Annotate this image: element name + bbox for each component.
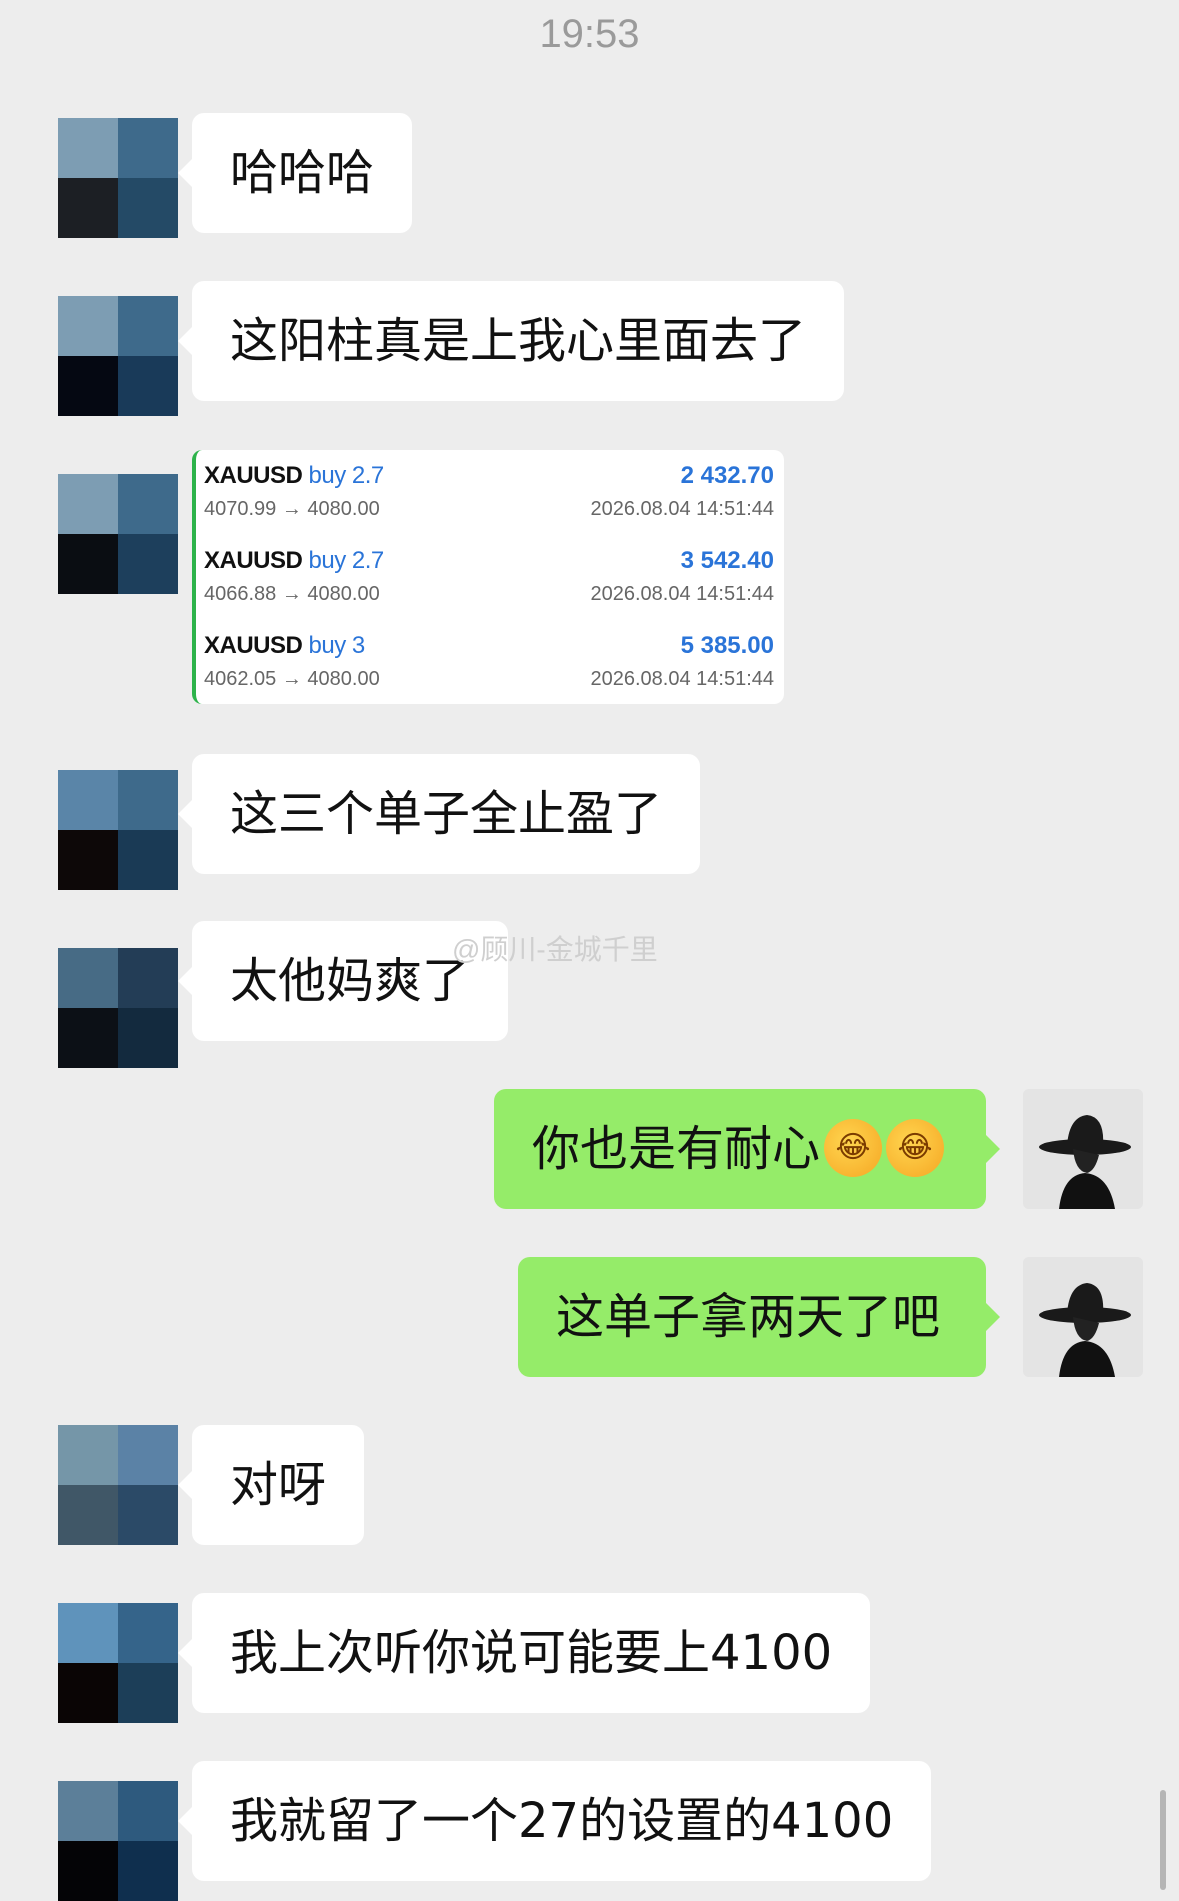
- contact-avatar[interactable]: [58, 948, 178, 1068]
- trade-date: 2026.08.04 14:51:44: [590, 583, 774, 605]
- trade-symbol: XAUUSD: [204, 632, 303, 659]
- trade-direction: buy 3: [308, 632, 366, 659]
- trade-direction: buy 2.7: [308, 462, 385, 489]
- message-bubble[interactable]: 我上次听你说可能要上4100: [177, 1593, 871, 1713]
- contact-avatar[interactable]: [58, 1425, 178, 1545]
- contact-avatar[interactable]: [58, 1603, 178, 1723]
- trade-profit: 2 432.70: [680, 462, 774, 489]
- contact-avatar[interactable]: [58, 296, 178, 416]
- message-bubble[interactable]: 哈哈哈: [177, 113, 413, 233]
- face-palm-laughing-emoji: 😂: [824, 1119, 883, 1177]
- message-bubble[interactable]: 这三个单子全止盈了: [177, 754, 701, 874]
- trade-row: XAUUSD buy 2.7 2 432.70 4070.99 → 4080.0…: [204, 450, 774, 522]
- trade-prices: 4070.99 → 4080.00: [204, 498, 380, 520]
- silhouette-hat-icon: [1023, 1089, 1143, 1209]
- my-avatar[interactable]: [1023, 1257, 1143, 1377]
- contact-avatar[interactable]: [58, 474, 178, 594]
- message-bubble[interactable]: 对呀: [177, 1425, 365, 1545]
- face-palm-laughing-emoji: 😂: [886, 1119, 945, 1177]
- watermark-text: @顾川-金城千里: [452, 934, 658, 965]
- trade-date: 2026.08.04 14:51:44: [590, 498, 774, 520]
- trade-row: XAUUSD buy 3 5 385.00 4062.05 → 4080.00 …: [204, 620, 774, 692]
- contact-avatar[interactable]: [58, 770, 178, 890]
- trade-profit: 3 542.40: [680, 547, 774, 574]
- trade-profit: 5 385.00: [680, 632, 774, 659]
- status-time: 19:53: [539, 12, 640, 56]
- my-avatar[interactable]: [1023, 1089, 1143, 1209]
- contact-avatar[interactable]: [58, 118, 178, 238]
- trade-row: XAUUSD buy 2.7 3 542.40 4066.88 → 4080.0…: [204, 535, 774, 607]
- message-bubble-outgoing[interactable]: 你也是有耐心 😂 😂: [494, 1089, 1000, 1209]
- contact-avatar[interactable]: [58, 1781, 178, 1901]
- scrollbar[interactable]: [1160, 1790, 1166, 1890]
- trade-symbol: XAUUSD: [204, 547, 303, 574]
- trade-prices: 4062.05 → 4080.00: [204, 668, 380, 690]
- message-bubble[interactable]: 这阳柱真是上我心里面去了: [177, 281, 845, 401]
- silhouette-hat-icon: [1023, 1257, 1143, 1377]
- trade-direction: buy 2.7: [308, 547, 385, 574]
- trade-prices: 4066.88 → 4080.00: [204, 583, 380, 605]
- trade-date: 2026.08.04 14:51:44: [590, 668, 774, 690]
- trade-screenshot-card[interactable]: XAUUSD buy 2.7 2 432.70 4070.99 → 4080.0…: [192, 450, 784, 704]
- message-bubble-outgoing[interactable]: 这单子拿两天了吧: [518, 1257, 1000, 1377]
- message-text: 你也是有耐心: [532, 1121, 821, 1177]
- message-bubble[interactable]: 我就留了一个27的设置的4100: [177, 1761, 932, 1881]
- trade-symbol: XAUUSD: [204, 462, 303, 489]
